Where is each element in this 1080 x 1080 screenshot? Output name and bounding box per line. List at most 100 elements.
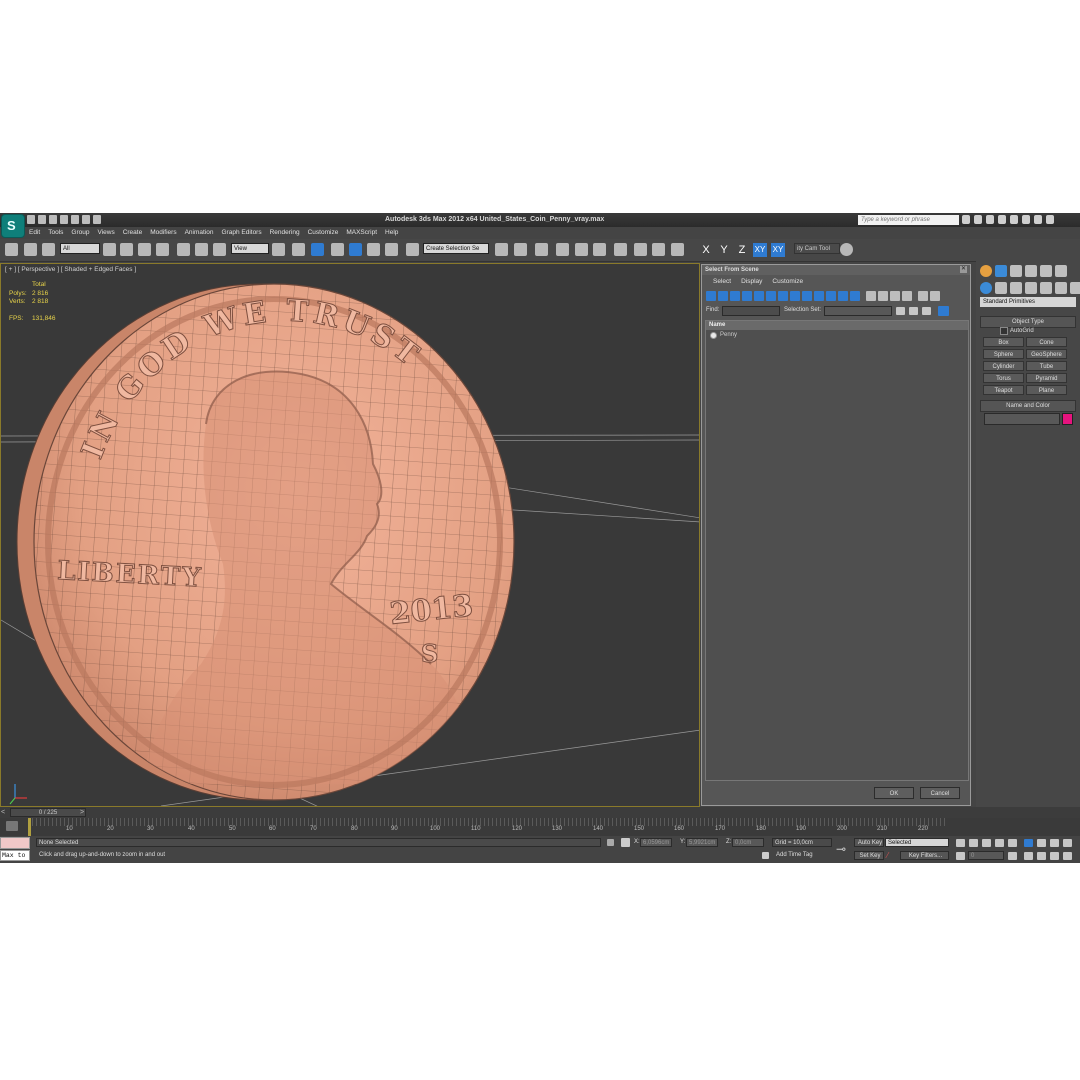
teapot-button[interactable]: Teapot xyxy=(983,385,1024,395)
sort-list-icon[interactable] xyxy=(938,306,949,316)
binoculars-icon[interactable] xyxy=(962,215,970,224)
axis-z-button[interactable]: Z xyxy=(735,243,749,257)
viewport-label[interactable]: [ + ] [ Perspective ] [ Shaded + Edged F… xyxy=(5,266,136,273)
utilities-tab-icon[interactable] xyxy=(1055,265,1067,277)
help-icon[interactable] xyxy=(1010,215,1018,224)
exchange-icon[interactable] xyxy=(986,215,994,224)
workspace-icon[interactable] xyxy=(93,215,101,224)
set-key-icon[interactable]: ⊸ xyxy=(836,842,850,856)
minimize-icon[interactable] xyxy=(1022,215,1030,224)
pyramid-button[interactable]: Pyramid xyxy=(1026,373,1067,383)
material-editor-icon[interactable] xyxy=(614,243,627,256)
zoom-all-icon[interactable] xyxy=(1037,839,1046,847)
transform-mode-icon[interactable] xyxy=(621,838,630,847)
display-hidden-icon[interactable] xyxy=(838,291,848,301)
named-selection-set-dropdown[interactable]: Create Selection Se xyxy=(423,243,489,254)
scale-icon[interactable] xyxy=(213,243,226,256)
curve-editor-icon[interactable] xyxy=(575,243,588,256)
torus-button[interactable]: Torus xyxy=(983,373,1024,383)
new-file-icon[interactable] xyxy=(27,215,35,224)
space-warps-icon[interactable] xyxy=(1055,282,1067,294)
dialog-title[interactable]: Select From Scene xyxy=(702,265,970,275)
list-item[interactable]: Penny xyxy=(706,330,968,340)
edit-named-selection-icon[interactable] xyxy=(406,243,419,256)
keyboard-shortcut-override-icon[interactable] xyxy=(311,243,324,256)
sync-selection-icon[interactable] xyxy=(890,291,900,301)
selection-set-dropdown[interactable] xyxy=(824,306,892,316)
window-crossing-icon[interactable] xyxy=(156,243,169,256)
app-logo-button[interactable]: S xyxy=(1,214,25,238)
filter-icon[interactable] xyxy=(918,291,928,301)
display-geometry-icon[interactable] xyxy=(706,291,716,301)
filter-settings-icon[interactable] xyxy=(930,291,940,301)
open-file-icon[interactable] xyxy=(38,215,46,224)
primitive-category-dropdown[interactable]: Standard Primitives xyxy=(980,297,1076,307)
extra-tool-dropdown[interactable]: ity Cam Tool xyxy=(794,243,840,254)
autogrid-checkbox[interactable]: AutoGrid xyxy=(1000,327,1034,335)
goto-start-icon[interactable] xyxy=(956,839,965,847)
selection-filter-dropdown[interactable]: All xyxy=(60,243,100,254)
box-button[interactable]: Box xyxy=(983,337,1024,347)
cone-button[interactable]: Cone xyxy=(1026,337,1067,347)
unlink-icon[interactable] xyxy=(24,243,37,256)
time-next-icon[interactable]: > xyxy=(80,809,84,816)
display-tab-icon[interactable] xyxy=(1040,265,1052,277)
camera-tool-icon[interactable] xyxy=(840,243,853,256)
track-bar[interactable]: 10 20 30 40 50 60 70 80 90 100 110 120 1… xyxy=(0,818,1080,836)
hierarchy-tab-icon[interactable] xyxy=(1010,265,1022,277)
menu-create[interactable]: Create xyxy=(119,227,147,239)
motion-tab-icon[interactable] xyxy=(1025,265,1037,277)
layer-manager-icon[interactable] xyxy=(535,243,548,256)
perspective-viewport[interactable]: IN GOD WE TRUST LIBERTY 2013 S [ + ] [ P… xyxy=(0,263,700,807)
display-xrefs-icon[interactable] xyxy=(790,291,800,301)
name-column-header[interactable]: Name xyxy=(706,321,968,330)
zoom-extents-icon[interactable] xyxy=(1050,839,1059,847)
display-none-icon[interactable] xyxy=(866,291,876,301)
next-frame-icon[interactable] xyxy=(995,839,1004,847)
menu-rendering[interactable]: Rendering xyxy=(266,227,304,239)
select-by-name-icon[interactable] xyxy=(120,243,133,256)
geosphere-button[interactable]: GeoSphere xyxy=(1026,349,1067,359)
lock-selection-icon[interactable] xyxy=(607,839,614,846)
maxscript-listener-top[interactable] xyxy=(0,837,30,849)
rectangular-selection-icon[interactable] xyxy=(138,243,151,256)
zoom-icon[interactable] xyxy=(1024,839,1033,847)
menu-group[interactable]: Group xyxy=(67,227,93,239)
mirror-icon[interactable] xyxy=(495,243,508,256)
maximize-icon[interactable] xyxy=(1034,215,1042,224)
display-cameras-icon[interactable] xyxy=(742,291,752,301)
menu-tools[interactable]: Tools xyxy=(44,227,67,239)
axis-y-button[interactable]: Y xyxy=(717,243,731,257)
project-folder-icon[interactable] xyxy=(82,215,90,224)
schematic-view-icon[interactable] xyxy=(593,243,606,256)
bind-space-warp-icon[interactable] xyxy=(42,243,55,256)
percent-snap-icon[interactable] xyxy=(367,243,380,256)
menu-edit[interactable]: Edit xyxy=(25,227,44,239)
sphere-button[interactable]: Sphere xyxy=(983,349,1024,359)
y-coord-field[interactable]: 5,9921cm xyxy=(686,838,718,847)
reference-coordinate-dropdown[interactable]: View xyxy=(231,243,269,254)
dialog-menu-display[interactable]: Display xyxy=(736,277,767,287)
select-manipulate-icon[interactable] xyxy=(292,243,305,256)
geometry-icon[interactable] xyxy=(980,282,992,294)
dialog-menu-customize[interactable]: Customize xyxy=(767,277,808,287)
scene-object-list[interactable]: Name Penny xyxy=(705,320,969,781)
orbit-icon[interactable] xyxy=(1050,852,1059,860)
axis-xy-cycle-button[interactable]: XY xyxy=(771,243,785,257)
dialog-close-icon[interactable]: ✕ xyxy=(960,266,967,273)
menu-modifiers[interactable]: Modifiers xyxy=(146,227,180,239)
create-tab-icon[interactable] xyxy=(980,265,992,277)
redo-icon[interactable] xyxy=(71,215,79,224)
shapes-icon[interactable] xyxy=(995,282,1007,294)
key-filters-button[interactable]: Key Filters... xyxy=(900,851,949,860)
help-search-input[interactable]: Type a keyword or phrase xyxy=(858,215,959,225)
lights-icon[interactable] xyxy=(1010,282,1022,294)
field-of-view-icon[interactable] xyxy=(1024,852,1033,860)
object-name-input[interactable] xyxy=(984,413,1060,425)
display-helpers-icon[interactable] xyxy=(754,291,764,301)
display-bones-icon[interactable] xyxy=(802,291,812,301)
pivot-center-icon[interactable] xyxy=(272,243,285,256)
menu-views[interactable]: Views xyxy=(93,227,118,239)
display-shapes-icon[interactable] xyxy=(718,291,728,301)
maximize-viewport-icon[interactable] xyxy=(1063,852,1072,860)
